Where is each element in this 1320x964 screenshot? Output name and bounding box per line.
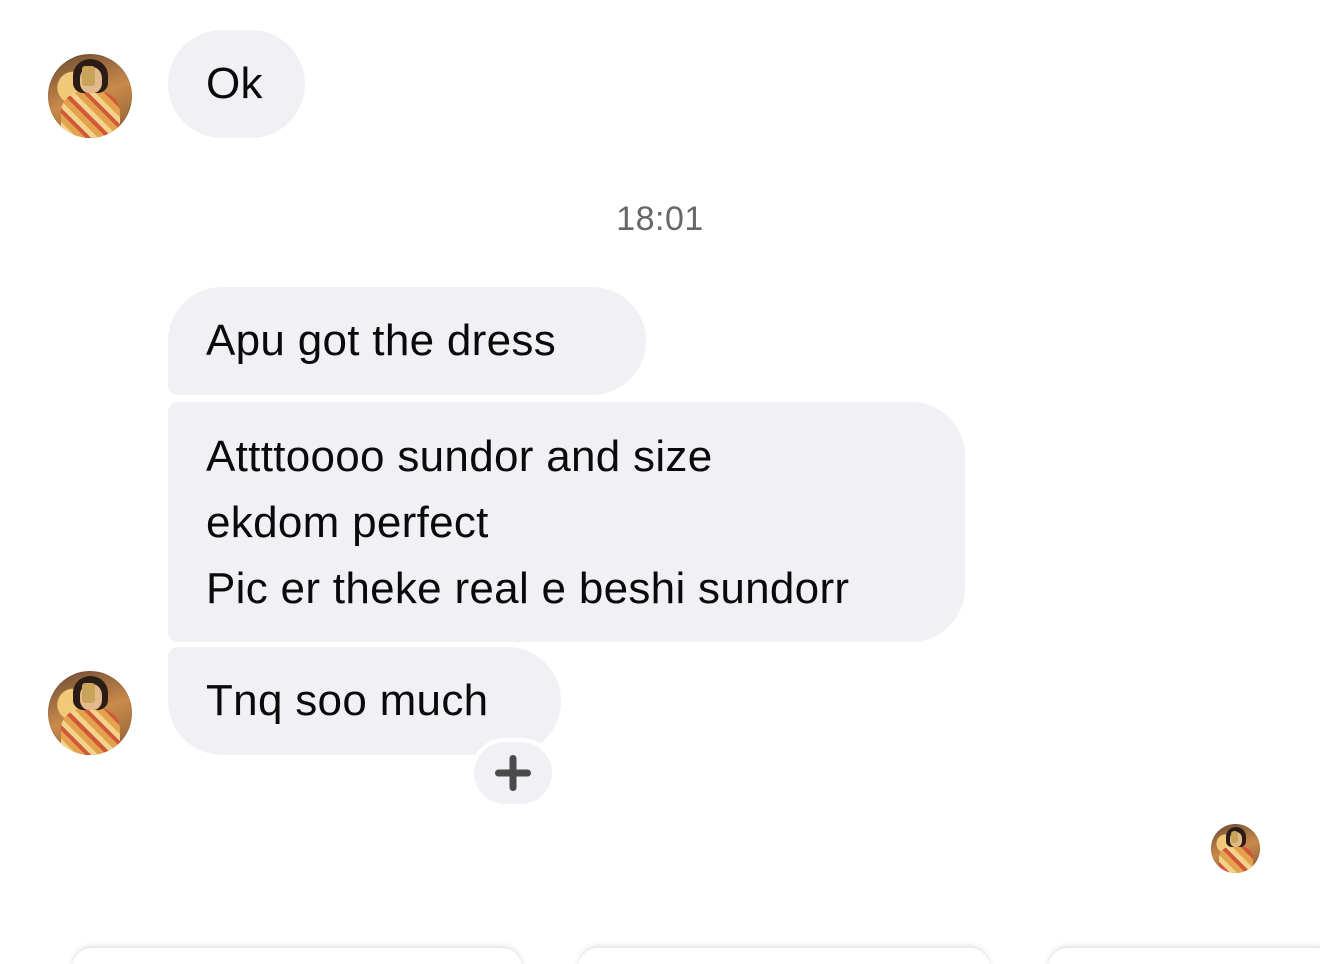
contact-avatar[interactable] bbox=[48, 671, 132, 755]
add-reaction-button[interactable] bbox=[470, 738, 556, 808]
message-bubble[interactable]: Apu got the dress bbox=[168, 287, 646, 395]
message-bubble[interactable]: Attttoooo sundor and size ekdom perfect … bbox=[168, 402, 965, 642]
quick-reply-chip[interactable] bbox=[578, 948, 990, 964]
quick-reply-chip[interactable] bbox=[72, 948, 522, 964]
message-text-line: Attttoooo sundor and size bbox=[206, 432, 713, 481]
message-text-line: ekdom perfect bbox=[206, 498, 489, 547]
message-bubble[interactable]: Ok bbox=[168, 30, 305, 138]
message-text: Apu got the dress bbox=[206, 316, 556, 365]
plus-icon bbox=[495, 755, 531, 791]
message-text: Tnq soo much bbox=[206, 676, 489, 725]
timestamp: 18:01 bbox=[616, 200, 704, 238]
contact-avatar[interactable] bbox=[48, 54, 132, 138]
message-text-line: Pic er theke real e beshi sundorr bbox=[206, 564, 850, 613]
quick-reply-chip[interactable] bbox=[1048, 948, 1320, 964]
chat-thread: Ok 18:01 Apu got the dress Attttoooo sun… bbox=[0, 0, 1320, 964]
seen-avatar bbox=[1211, 824, 1260, 873]
message-text: Ok bbox=[206, 59, 263, 108]
